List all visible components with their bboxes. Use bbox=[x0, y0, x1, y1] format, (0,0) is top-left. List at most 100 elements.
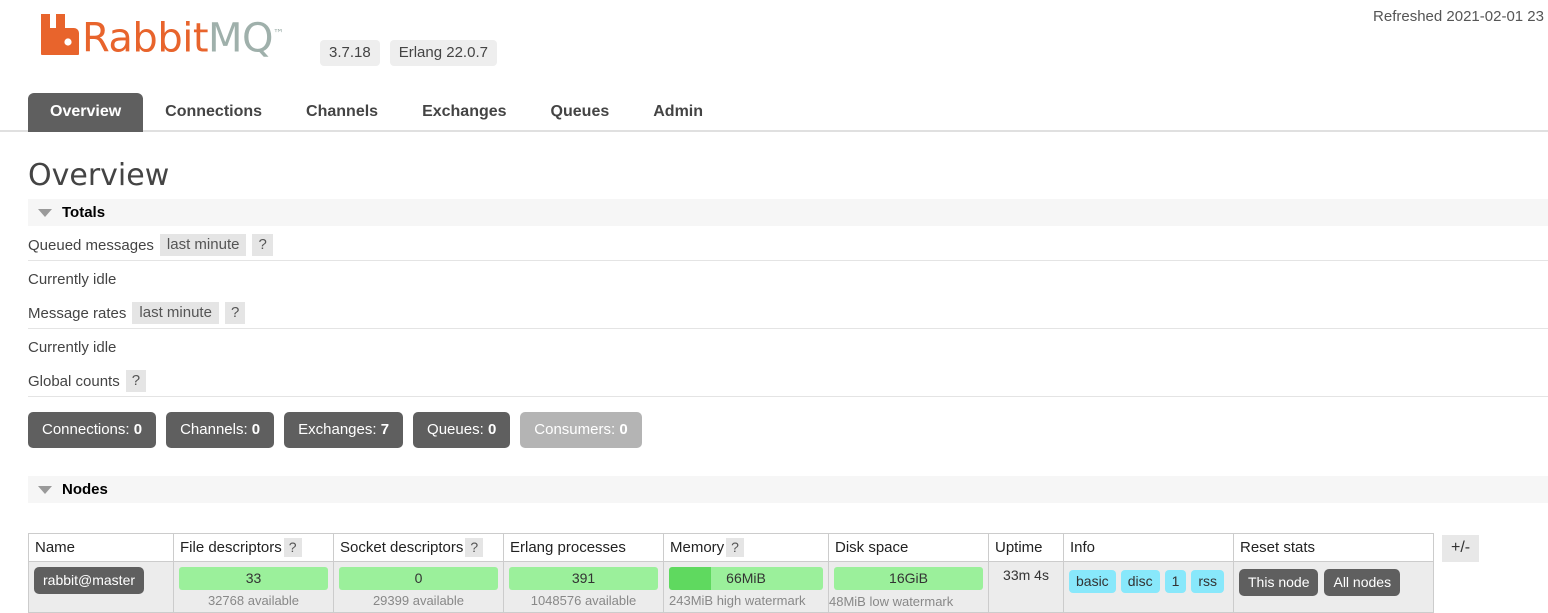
column-label-socket-descriptors: Socket descriptors bbox=[340, 539, 464, 556]
disk-space-value: 16GiB bbox=[889, 570, 928, 586]
count-button-queues[interactable]: Queues: 0 bbox=[413, 412, 511, 448]
reset-stats-buttons: This node All nodes bbox=[1239, 567, 1428, 596]
nodes-table-wrapper: Name File descriptors? Socket descriptor… bbox=[28, 533, 1548, 613]
cell-memory: 66MiB 243MiB high watermark bbox=[663, 561, 829, 613]
column-label-memory: Memory bbox=[670, 539, 725, 556]
tab-overview[interactable]: Overview bbox=[28, 93, 144, 132]
queued-messages-period-chip[interactable]: last minute bbox=[159, 234, 247, 256]
main-content: Overview Totals Queued messages last min… bbox=[0, 140, 1548, 613]
global-counts-help-icon[interactable]: ? bbox=[125, 370, 147, 392]
section-nodes-title: Nodes bbox=[62, 481, 108, 498]
column-header-file-descriptors[interactable]: File descriptors? bbox=[173, 533, 334, 562]
count-value-connections: 0 bbox=[133, 421, 143, 438]
message-rates-period-chip[interactable]: last minute bbox=[132, 302, 219, 324]
rabbitmq-logo-icon bbox=[41, 14, 79, 56]
cell-socket-descriptors: 0 29399 available bbox=[333, 561, 504, 613]
info-badge-basic[interactable]: basic bbox=[1069, 570, 1116, 593]
tab-queues[interactable]: Queues bbox=[529, 93, 632, 132]
socket-descriptors-sub: 29399 available bbox=[372, 593, 465, 608]
rabbitmq-version-badge: 3.7.18 bbox=[320, 40, 380, 66]
socket-descriptors-value: 0 bbox=[414, 570, 423, 586]
file-descriptors-value: 33 bbox=[245, 570, 262, 586]
column-header-info[interactable]: Info bbox=[1063, 533, 1234, 562]
count-label-channels: Channels: bbox=[180, 421, 248, 438]
tab-connections[interactable]: Connections bbox=[143, 93, 284, 132]
column-header-erlang-processes[interactable]: Erlang processes bbox=[503, 533, 664, 562]
count-label-consumers: Consumers: bbox=[534, 421, 616, 438]
column-header-reset-stats: Reset stats bbox=[1233, 533, 1434, 562]
tab-channels[interactable]: Channels bbox=[284, 93, 400, 132]
memory-bar: 66MiB bbox=[669, 567, 823, 590]
nodes-table-header-row: Name File descriptors? Socket descriptor… bbox=[28, 533, 1434, 562]
column-header-disk-space[interactable]: Disk space bbox=[828, 533, 989, 562]
global-counts-label: Global counts bbox=[28, 372, 120, 390]
column-header-memory[interactable]: Memory? bbox=[663, 533, 829, 562]
toggle-columns-button[interactable]: +/- bbox=[1442, 535, 1480, 562]
memory-help-icon[interactable]: ? bbox=[726, 538, 744, 557]
collapse-triangle-icon[interactable] bbox=[38, 208, 52, 217]
count-label-exchanges: Exchanges: bbox=[298, 421, 377, 438]
section-nodes-header[interactable]: Nodes bbox=[28, 476, 1548, 503]
collapse-triangle-icon[interactable] bbox=[38, 485, 52, 494]
erlang-processes-sub: 1048576 available bbox=[530, 593, 637, 608]
queued-messages-status: Currently idle bbox=[28, 271, 117, 288]
socket-descriptors-help-icon[interactable]: ? bbox=[465, 538, 484, 557]
nodes-table: Name File descriptors? Socket descriptor… bbox=[28, 533, 1434, 613]
count-value-channels: 0 bbox=[251, 421, 261, 438]
cell-node-name: rabbit@master bbox=[28, 561, 174, 613]
message-rates-label: Message rates bbox=[28, 304, 127, 322]
section-totals-title: Totals bbox=[62, 204, 106, 221]
cell-file-descriptors: 33 32768 available bbox=[173, 561, 334, 613]
disk-space-bar: 16GiB bbox=[834, 567, 983, 590]
socket-descriptors-bar: 0 bbox=[339, 567, 498, 590]
rabbitmq-wordmark: RabbitMQ™ bbox=[82, 14, 284, 58]
file-descriptors-help-icon[interactable]: ? bbox=[283, 538, 302, 557]
count-button-connections[interactable]: Connections: 0 bbox=[28, 412, 157, 448]
count-value-consumers: 0 bbox=[619, 421, 628, 438]
info-badge-count[interactable]: 1 bbox=[1164, 570, 1187, 593]
count-button-consumers[interactable]: Consumers: 0 bbox=[520, 412, 642, 448]
global-counts-buttons: Connections: 0 Channels: 0 Exchanges: 7 … bbox=[28, 397, 1548, 448]
reset-this-node-button[interactable]: This node bbox=[1239, 569, 1319, 596]
cell-reset-stats: This node All nodes bbox=[1233, 561, 1434, 613]
page-title: Overview bbox=[28, 158, 170, 193]
queued-messages-help-icon[interactable]: ? bbox=[252, 234, 273, 256]
tab-exchanges[interactable]: Exchanges bbox=[400, 93, 528, 132]
global-counts-header: Global counts ? bbox=[28, 362, 1548, 397]
info-badge-disc[interactable]: disc bbox=[1120, 570, 1160, 593]
erlang-processes-value: 391 bbox=[571, 570, 596, 586]
info-badge-rss[interactable]: rss bbox=[1191, 570, 1225, 593]
logo-text-mq: MQ bbox=[208, 15, 274, 62]
refreshed-timestamp: Refreshed 2021-02-01 23 bbox=[1373, 8, 1544, 25]
logo-trademark: ™ bbox=[273, 27, 284, 40]
rabbitmq-logo[interactable]: RabbitMQ™ bbox=[40, 12, 284, 58]
main-navigation: Overview Connections Channels Exchanges … bbox=[0, 90, 1548, 132]
column-header-uptime[interactable]: Uptime bbox=[988, 533, 1064, 562]
cell-erlang-processes: 391 1048576 available bbox=[503, 561, 664, 613]
message-rates-help-icon[interactable]: ? bbox=[224, 302, 246, 324]
reset-all-nodes-button[interactable]: All nodes bbox=[1324, 569, 1401, 596]
app-header: RabbitMQ™ 3.7.18 Erlang 22.0.7 Refreshed… bbox=[0, 0, 1548, 88]
table-row: rabbit@master 33 32768 available 0 29399… bbox=[28, 561, 1434, 613]
cell-info: basic disc 1 rss bbox=[1063, 561, 1234, 613]
queued-messages-label: Queued messages bbox=[28, 236, 154, 254]
count-value-exchanges: 7 bbox=[380, 421, 390, 438]
count-button-channels[interactable]: Channels: 0 bbox=[166, 412, 275, 448]
info-badges: basic disc 1 rss bbox=[1069, 567, 1228, 593]
column-header-name[interactable]: Name bbox=[28, 533, 174, 562]
message-rates-status: Currently idle bbox=[28, 339, 117, 356]
message-rates-header: Message rates last minute ? bbox=[28, 294, 1548, 329]
tab-admin[interactable]: Admin bbox=[631, 93, 725, 132]
file-descriptors-bar: 33 bbox=[179, 567, 328, 590]
erlang-version-badge: Erlang 22.0.7 bbox=[389, 40, 497, 66]
column-header-socket-descriptors[interactable]: Socket descriptors? bbox=[333, 533, 504, 562]
section-totals-header[interactable]: Totals bbox=[28, 199, 1548, 226]
file-descriptors-sub: 32768 available bbox=[207, 593, 300, 608]
memory-bar-fill bbox=[669, 567, 711, 590]
count-value-queues: 0 bbox=[487, 421, 497, 438]
erlang-processes-bar: 391 bbox=[509, 567, 658, 590]
count-button-exchanges[interactable]: Exchanges: 7 bbox=[284, 412, 404, 448]
memory-sub: 243MiB high watermark bbox=[669, 593, 806, 608]
node-name-badge[interactable]: rabbit@master bbox=[34, 567, 145, 594]
cell-disk-space: 16GiB 48MiB low watermark bbox=[828, 561, 989, 613]
